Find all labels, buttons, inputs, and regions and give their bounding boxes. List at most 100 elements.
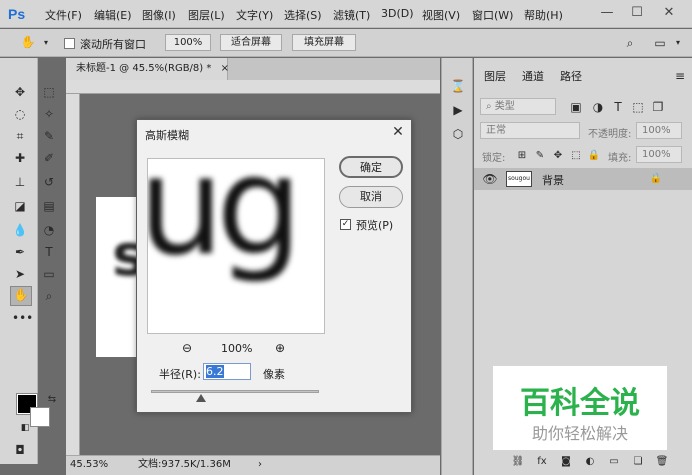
move-tool-icon[interactable]: ✥ [12, 84, 28, 100]
menu-3d[interactable]: 3D(D) [381, 7, 414, 20]
hand-tool-icon[interactable]: ✋ [10, 286, 32, 306]
zoom-in-icon[interactable]: ⊕ [275, 341, 285, 355]
adjustment-layer-icon[interactable]: ◐ [582, 454, 598, 470]
menu-edit[interactable]: 编辑(E) [94, 7, 132, 23]
chevron-down-icon[interactable]: ▾ [38, 35, 54, 51]
eye-visibility-icon[interactable]: 👁 [482, 171, 498, 187]
layer-filter-select[interactable]: ⌕ 类型 [480, 98, 556, 115]
shape-tool-icon[interactable]: ▭ [41, 266, 57, 282]
3d-panel-icon[interactable]: ⬡ [450, 126, 466, 142]
zoom-100-button[interactable]: 100% [165, 34, 211, 51]
fill-label: 填充: [608, 153, 632, 164]
radius-unit-label: 像素 [263, 368, 285, 381]
maximize-button[interactable]: ☐ [626, 4, 648, 22]
dodge-tool-icon[interactable]: ◔ [41, 222, 57, 238]
radius-input[interactable]: 6.2 [203, 363, 251, 380]
cancel-button[interactable]: 取消 [339, 186, 403, 208]
hand-tool-preset-icon[interactable]: ✋ [20, 34, 36, 50]
pen-tool-icon[interactable]: ✒ [12, 244, 28, 260]
menu-view[interactable]: 视图(V) [422, 7, 460, 23]
menu-help[interactable]: 帮助(H) [524, 7, 563, 23]
swap-colors-icon[interactable]: ⇆ [44, 392, 60, 408]
filter-shape-icon[interactable]: ⬚ [630, 99, 646, 115]
fit-screen-button[interactable]: 适合屏幕 [220, 34, 282, 51]
history-panel-icon[interactable]: ⌛ [450, 78, 466, 94]
delete-layer-icon[interactable]: 🗑 [654, 454, 670, 470]
preview-text: ug [147, 158, 303, 286]
lock-position-icon[interactable]: ✥ [550, 148, 566, 164]
type-tool-icon[interactable]: T [41, 244, 57, 260]
tab-paths[interactable]: 路径 [560, 68, 582, 84]
history-brush-icon[interactable]: ↺ [41, 174, 57, 190]
quick-mask-icon[interactable]: ◘ [12, 442, 28, 458]
blend-mode-select[interactable]: 正常 [480, 122, 580, 139]
menu-layer[interactable]: 图层(L) [188, 7, 225, 23]
preview-checkbox[interactable]: ✓ [340, 219, 351, 230]
marquee-tool-icon[interactable]: ⬚ [41, 84, 57, 100]
options-bar: ✋ ▾ 滚动所有窗口 100% 适合屏幕 填充屏幕 ⌕ ▭ ▾ [0, 29, 692, 57]
layer-row-background[interactable]: 👁 sougou 背景 🔒 [474, 168, 692, 190]
fill-screen-button[interactable]: 填充屏幕 [292, 34, 356, 51]
fx-icon[interactable]: fx [534, 454, 550, 470]
crop-tool-icon[interactable]: ⌗ [12, 128, 28, 144]
zoom-out-icon[interactable]: ⊖ [182, 341, 192, 355]
ok-button[interactable]: 确定 [339, 156, 403, 178]
opacity-input[interactable]: 100% [636, 122, 682, 139]
actions-play-icon[interactable]: ▶ [450, 102, 466, 118]
filter-adjust-icon[interactable]: ◑ [590, 99, 606, 115]
panel-menu-icon[interactable]: ≡ [672, 68, 688, 84]
document-tab[interactable]: 未标题-1 @ 45.5%(RGB/8) * × [66, 58, 229, 80]
new-layer-icon[interactable]: ❏ [630, 454, 646, 470]
lock-pixels-icon[interactable]: ✎ [532, 148, 548, 164]
blur-preview-pane[interactable]: ug [147, 158, 325, 334]
magic-wand-icon[interactable]: ✧ [41, 106, 57, 122]
stamp-tool-icon[interactable]: ⊥ [12, 174, 28, 190]
menu-image[interactable]: 图像(I) [142, 7, 176, 23]
lock-all-icon[interactable]: 🔒 [586, 148, 602, 164]
eraser-tool-icon[interactable]: ◪ [12, 198, 28, 214]
lasso-tool-icon[interactable]: ◌ [12, 106, 28, 122]
tab-layers[interactable]: 图层 [484, 68, 506, 84]
more-tools-icon[interactable]: ••• [12, 310, 33, 326]
link-layers-icon[interactable]: ⛓ [510, 454, 526, 470]
path-select-icon[interactable]: ➤ [12, 266, 28, 282]
dialog-title: 高斯模糊 [145, 129, 189, 142]
minimize-button[interactable]: — [596, 4, 618, 22]
background-color-swatch[interactable] [30, 407, 50, 427]
watermark-title: 百科全说 [520, 386, 640, 421]
status-zoom[interactable]: 45.53% [70, 456, 108, 474]
menu-file[interactable]: 文件(F) [45, 7, 82, 23]
filter-smart-icon[interactable]: ❐ [650, 99, 666, 115]
tab-channels[interactable]: 通道 [522, 68, 544, 84]
menu-type[interactable]: 文字(Y) [236, 7, 273, 23]
zoom-tool-icon[interactable]: ⌕ [41, 288, 57, 304]
menu-select[interactable]: 选择(S) [284, 7, 322, 23]
close-window-button[interactable]: ✕ [658, 4, 680, 22]
blur-tool-icon[interactable]: 💧 [12, 222, 28, 238]
healing-brush-icon[interactable]: ✚ [12, 150, 28, 166]
brush-tool-icon[interactable]: ✐ [41, 150, 57, 166]
dialog-close-button[interactable]: ✕ [389, 123, 407, 141]
radius-slider-thumb[interactable] [196, 394, 207, 402]
eyedropper-icon[interactable]: ✎ [41, 128, 57, 144]
status-chevron-icon[interactable]: › [258, 456, 262, 474]
lock-transparency-icon[interactable]: ⊞ [514, 148, 530, 164]
fill-input[interactable]: 100% [636, 146, 682, 163]
search-icon[interactable]: ⌕ [622, 35, 638, 51]
close-tab-icon[interactable]: × [221, 63, 229, 74]
lock-artboard-icon[interactable]: ⬚ [568, 148, 584, 164]
menu-window[interactable]: 窗口(W) [472, 7, 513, 23]
new-group-icon[interactable]: ▭ [606, 454, 622, 470]
scroll-all-windows-checkbox[interactable] [64, 38, 75, 49]
filter-pixel-icon[interactable]: ▣ [568, 99, 584, 115]
workspace-chevron-down-icon[interactable]: ▾ [670, 35, 686, 51]
workspace-icon[interactable]: ▭ [652, 35, 668, 51]
status-doc-size: 文档:937.5K/1.36M [138, 459, 231, 470]
radius-slider-track[interactable] [151, 390, 319, 393]
default-colors-icon[interactable]: ◧ [17, 420, 33, 436]
filter-type-icon[interactable]: T [610, 99, 626, 115]
gradient-tool-icon[interactable]: ▤ [41, 198, 57, 214]
menu-filter[interactable]: 滤镜(T) [333, 7, 370, 23]
menu-bar: Ps 文件(F) 编辑(E) 图像(I) 图层(L) 文字(Y) 选择(S) 滤… [0, 0, 692, 28]
add-mask-icon[interactable]: ◙ [558, 454, 574, 470]
